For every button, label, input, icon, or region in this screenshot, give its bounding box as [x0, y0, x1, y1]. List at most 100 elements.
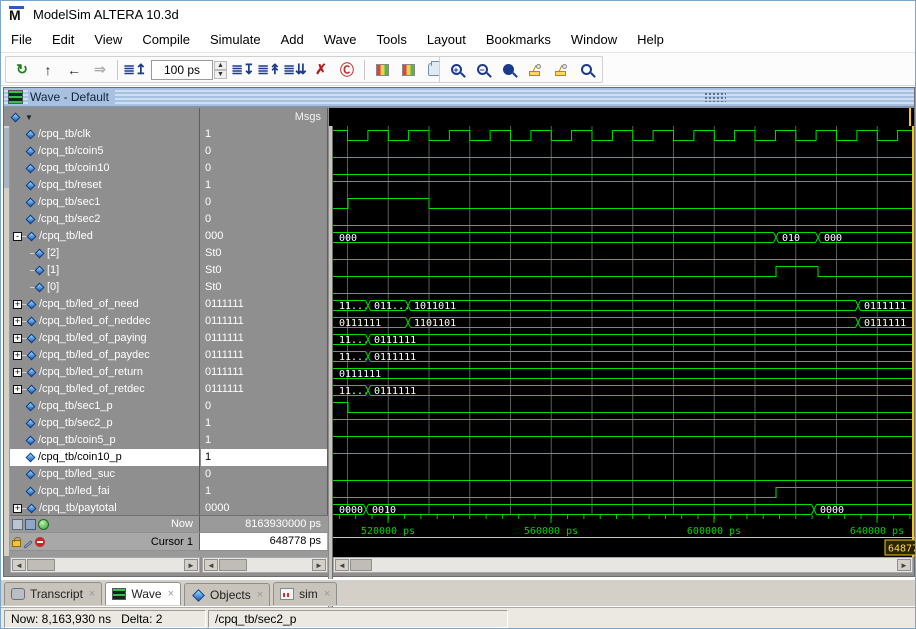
edit-cursors-button[interactable] [548, 58, 572, 81]
spinner-down-icon[interactable]: ▼ [214, 69, 227, 79]
signal-row-2[interactable]: [2] [10, 245, 199, 262]
insert-cursor-button[interactable] [522, 58, 546, 81]
menu-help[interactable]: Help [627, 28, 674, 52]
back-button[interactable]: ← [62, 58, 86, 81]
scrollbar-thumb[interactable] [4, 128, 9, 188]
run-length-spinner[interactable]: ▲ ▼ [214, 60, 227, 79]
select-mode-icon[interactable] [12, 518, 23, 530]
close-tab-icon[interactable]: × [324, 588, 330, 600]
forward-button[interactable]: ⇒ [88, 58, 112, 81]
signal-row-cpq-tb-coin5[interactable]: /cpq_tb/coin5 [10, 143, 199, 160]
signal-row-cpq-tb-coin5-p[interactable]: /cpq_tb/coin5_p [10, 432, 199, 449]
scrollbar-thumb[interactable] [27, 559, 55, 571]
delete-cursor-icon[interactable] [35, 536, 45, 547]
expand-icon[interactable]: + [13, 351, 22, 360]
signal-row-cpq-tb-led-of-return[interactable]: + /cpq_tb/led_of_return [10, 364, 199, 381]
scroll-right-icon[interactable]: ► [897, 559, 911, 571]
tab-sim[interactable]: sim × [273, 582, 338, 605]
spinner-up-icon[interactable]: ▲ [214, 60, 227, 70]
msgs-column-header[interactable]: Msgs [201, 108, 328, 126]
menu-view[interactable]: View [84, 28, 132, 52]
signal-row-cpq-tb-led-fai[interactable]: /cpq_tb/led_fai [10, 483, 199, 500]
timeline-ruler[interactable]: 520000 ps 560000 ps 600000 ps 640000 ps 6487… [333, 515, 915, 557]
menu-add[interactable]: Add [271, 28, 314, 52]
zoom-mode-button[interactable] [574, 58, 598, 81]
menu-layout[interactable]: Layout [417, 28, 476, 52]
menu-edit[interactable]: Edit [42, 28, 84, 52]
wave-hscrollbar[interactable]: ◄ ► [333, 557, 913, 573]
expand-icon[interactable]: + [13, 368, 22, 377]
menu-tools[interactable]: Tools [366, 28, 416, 52]
step-up-button[interactable]: ↑ [36, 58, 60, 81]
run-all-button[interactable]: ≣⇊ [283, 58, 307, 81]
run-selected-button[interactable]: ≣↥ [123, 58, 147, 81]
scroll-left-icon[interactable]: ◄ [12, 559, 26, 571]
signal-row-cpq-tb-sec2[interactable]: /cpq_tb/sec2 [10, 211, 199, 228]
menu-bookmarks[interactable]: Bookmarks [476, 28, 561, 52]
signal-row-cpq-tb-paytotal[interactable]: + /cpq_tb/paytotal [10, 500, 199, 515]
signal-row-cpq-tb-sec2-p[interactable]: /cpq_tb/sec2_p [10, 415, 199, 432]
signal-row-cpq-tb-led-of-retdec[interactable]: + /cpq_tb/led_of_retdec [10, 381, 199, 398]
lock-icon[interactable] [12, 537, 21, 547]
menu-file[interactable]: File [1, 28, 42, 52]
signal-row-0[interactable]: [0] [10, 279, 199, 296]
collapse-icon[interactable]: - [13, 232, 22, 241]
close-tab-icon[interactable]: × [257, 589, 263, 601]
continue-button[interactable]: ≣↟ [257, 58, 281, 81]
zoom-full-button[interactable] [496, 58, 520, 81]
scroll-left-icon[interactable]: ◄ [335, 559, 349, 571]
tab-objects[interactable]: Objects × [184, 582, 271, 606]
wrench-icon[interactable] [23, 539, 33, 549]
values-hscrollbar[interactable]: ◄ ► [202, 557, 328, 573]
menu-window[interactable]: Window [561, 28, 627, 52]
signal-row-cpq-tb-sec1[interactable]: /cpq_tb/sec1 [10, 194, 199, 211]
menu-wave[interactable]: Wave [314, 28, 367, 52]
run-button[interactable]: ≣↧ [231, 58, 255, 81]
scroll-left-icon[interactable]: ◄ [204, 559, 218, 571]
tab-wave[interactable]: Wave × [105, 582, 182, 605]
menu-simulate[interactable]: Simulate [200, 28, 271, 52]
signal-row-cpq-tb-led-of-paydec[interactable]: + /cpq_tb/led_of_paydec [10, 347, 199, 364]
scroll-right-icon[interactable]: ► [184, 559, 198, 571]
drag-grip[interactable] [704, 92, 726, 102]
expand-icon[interactable]: + [13, 317, 22, 326]
signal-row-cpq-tb-led-of-neddec[interactable]: + /cpq_tb/led_of_neddec [10, 313, 199, 330]
signal-row-cpq-tb-led-of-paying[interactable]: + /cpq_tb/led_of_paying [10, 330, 199, 347]
expand-msgs-button[interactable] [370, 58, 394, 81]
close-tab-icon[interactable]: × [168, 588, 174, 600]
expand-icon[interactable]: + [13, 334, 22, 343]
signal-row-cpq-tb-led-suc[interactable]: /cpq_tb/led_suc [10, 466, 199, 483]
signal-menu-button[interactable]: ▼ [10, 110, 42, 124]
add-marker-icon[interactable] [38, 518, 49, 530]
tab-transcript[interactable]: Transcript × [4, 582, 103, 605]
break-button[interactable]: ✗ [309, 58, 333, 81]
collapse-msgs-button[interactable] [396, 58, 420, 81]
signal-row-cpq-tb-sec1-p[interactable]: /cpq_tb/sec1_p [10, 398, 199, 415]
waveform-canvas[interactable]: 000 010 000 11... 011... 1011011 0111111 011111… [333, 126, 914, 515]
names-column-header[interactable]: ▼ [10, 108, 200, 126]
expand-icon[interactable]: + [13, 300, 22, 309]
edit-mode-icon[interactable] [25, 518, 36, 530]
zoom-out-button[interactable]: − [470, 58, 494, 81]
cursor-label[interactable]: Cursor 1 [151, 536, 199, 548]
signal-row-cpq-tb-coin10-p[interactable]: /cpq_tb/coin10_p [10, 449, 199, 466]
signal-row-cpq-tb-coin10[interactable]: /cpq_tb/coin10 [10, 160, 199, 177]
expand-icon[interactable]: + [13, 385, 22, 394]
restart-button[interactable]: ↻ [10, 58, 34, 81]
zoom-in-button[interactable]: + [444, 58, 468, 81]
signal-row-cpq-tb-led-of-need[interactable]: + /cpq_tb/led_of_need [10, 296, 199, 313]
signal-row-1[interactable]: [1] [10, 262, 199, 279]
signal-row-cpq-tb-led[interactable]: - /cpq_tb/led [10, 228, 199, 245]
run-length-input[interactable] [151, 59, 213, 80]
wave-window-titlebar[interactable]: Wave - Default [4, 88, 914, 107]
stop-button[interactable]: Ⓒ [335, 58, 359, 81]
scrollbar-thumb[interactable] [350, 559, 372, 571]
scroll-right-icon[interactable]: ► [312, 559, 326, 571]
scrollbar-thumb[interactable] [219, 559, 247, 571]
signal-row-cpq-tb-reset[interactable]: /cpq_tb/reset [10, 177, 199, 194]
close-tab-icon[interactable]: × [89, 588, 95, 600]
expand-icon[interactable]: + [13, 504, 22, 513]
names-hscrollbar[interactable]: ◄ ► [10, 557, 200, 573]
signal-row-cpq-tb-clk[interactable]: /cpq_tb/clk [10, 126, 199, 143]
menu-compile[interactable]: Compile [132, 28, 200, 52]
